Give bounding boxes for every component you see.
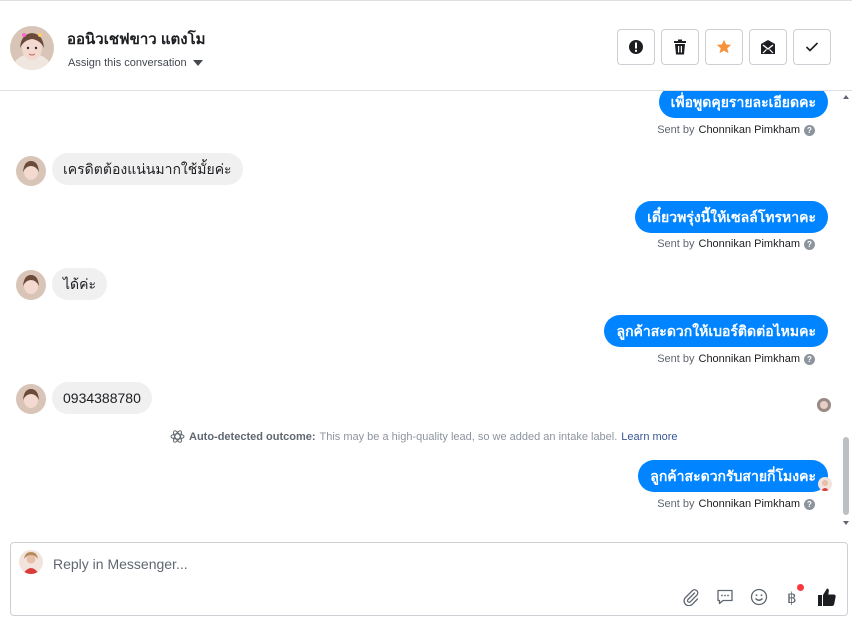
scroll-thumb[interactable] (843, 437, 849, 515)
sent-by-line: Sent by Chonnikan Pimkham ? (657, 498, 815, 510)
sent-by-line: Sent by Chonnikan Pimkham ? (657, 353, 815, 365)
mark-unread-button[interactable] (749, 29, 787, 65)
auto-detected-outcome: Auto-detected outcome: This may be a hig… (170, 430, 678, 443)
agent-name: Chonnikan Pimkham (698, 353, 801, 365)
outcome-text: This may be a high-quality lead, so we a… (319, 430, 618, 443)
sent-by-line: Sent by Chonnikan Pimkham ? (657, 238, 815, 250)
header-actions (617, 29, 831, 65)
reply-input[interactable] (51, 553, 651, 575)
incoming-message[interactable]: 0934388780 (52, 382, 152, 414)
svg-text:฿: ฿ (787, 589, 797, 606)
seen-avatar (817, 398, 831, 412)
composer-tools: ฿ (679, 584, 839, 609)
help-icon[interactable]: ? (804, 124, 815, 136)
alert-icon (629, 40, 643, 54)
assign-conversation-dropdown[interactable]: Assign this conversation (68, 57, 203, 69)
agent-name: Chonnikan Pimkham (698, 238, 801, 250)
contact-name: ออนิวเชฟขาว แตงโม (67, 31, 206, 48)
saved-reply-icon (717, 589, 733, 605)
contact-avatar-small (16, 384, 46, 414)
help-icon[interactable]: ? (804, 238, 815, 250)
outgoing-message[interactable]: ลูกค้าสะดวกให้เบอร์ติดต่อไหมคะ (604, 315, 828, 347)
follow-up-button[interactable] (705, 29, 743, 65)
saved-replies-button[interactable] (713, 585, 737, 609)
sent-by-line: Sent by Chonnikan Pimkham ? (657, 124, 815, 136)
outgoing-message[interactable]: เดี๋ยวพรุ่งนี้ให้เซลล์โทรหาคะ (635, 201, 828, 233)
sent-by-prefix: Sent by (657, 124, 695, 136)
send-like-button[interactable] (815, 585, 839, 609)
message-thread[interactable]: เพื่อพูดคุยรายละเอียดคะ Sent by Chonnika… (0, 91, 852, 531)
mark-spam-button[interactable] (617, 29, 655, 65)
sent-by-prefix: Sent by (657, 238, 695, 250)
mark-done-button[interactable] (793, 29, 831, 65)
outgoing-message[interactable]: ลูกค้าสะดวกรับสายกี่โมงคะ (638, 460, 828, 492)
reply-composer: ฿ (10, 542, 848, 616)
incoming-message[interactable]: ได้ค่ะ (52, 268, 108, 300)
sent-by-prefix: Sent by (657, 353, 695, 365)
agent-name: Chonnikan Pimkham (698, 498, 801, 510)
page-avatar (19, 550, 43, 574)
paperclip-icon (683, 589, 699, 606)
agent-name: Chonnikan Pimkham (698, 124, 801, 136)
help-icon[interactable]: ? (804, 353, 815, 365)
caret-down-icon (192, 60, 203, 66)
delete-button[interactable] (661, 29, 699, 65)
scroll-up-arrow-icon[interactable] (843, 95, 849, 99)
emoji-button[interactable] (747, 585, 771, 609)
emoji-icon (750, 588, 768, 606)
trash-icon (674, 39, 686, 55)
mark-unread-icon (761, 40, 775, 54)
attach-file-button[interactable] (679, 585, 703, 609)
atom-icon (170, 430, 185, 443)
help-icon[interactable]: ? (804, 498, 815, 510)
learn-more-link[interactable]: Learn more (621, 431, 677, 443)
sent-by-prefix: Sent by (657, 498, 695, 510)
thumbs-up-icon (818, 588, 836, 606)
incoming-message[interactable]: เครดิตต้องแน่นมากใช้มั้ยค่ะ (52, 153, 243, 185)
checkmark-icon (805, 42, 819, 52)
outcome-label: Auto-detected outcome: (189, 430, 316, 443)
payment-button[interactable]: ฿ (781, 584, 805, 609)
assign-label: Assign this conversation (68, 57, 187, 69)
thread-scrollbar[interactable] (843, 91, 851, 531)
contact-avatar-small (16, 156, 46, 186)
contact-avatar-small (16, 270, 46, 300)
conversation-header: ออนิวเชฟขาว แตงโม Assign this conversati… (0, 0, 852, 91)
notification-dot (797, 584, 804, 591)
contact-avatar[interactable] (10, 26, 54, 70)
outgoing-message[interactable]: เพื่อพูดคุยรายละเอียดคะ (658, 91, 828, 118)
star-icon (716, 39, 732, 54)
seen-avatar (818, 477, 832, 491)
scroll-down-arrow-icon[interactable] (843, 521, 849, 525)
